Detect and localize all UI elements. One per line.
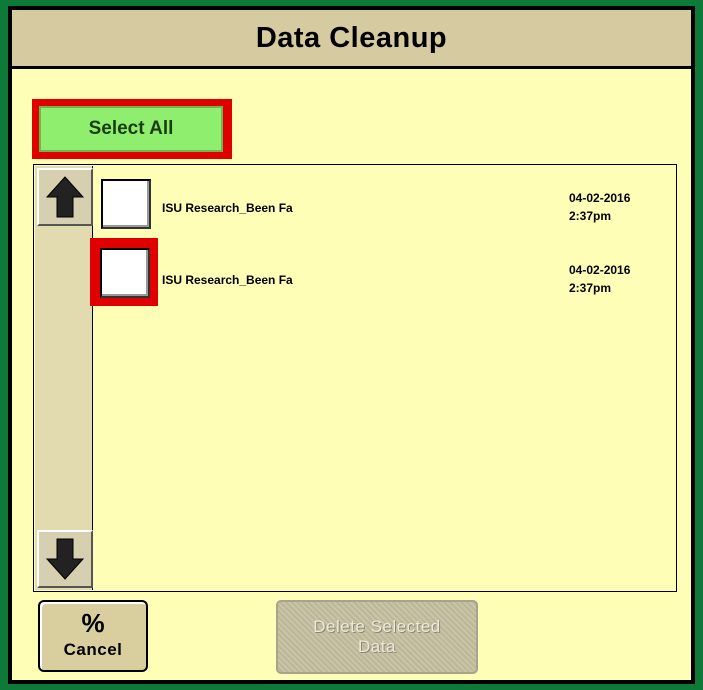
cancel-label: Cancel	[63, 640, 123, 659]
cancel-percent-icon: %	[81, 608, 105, 638]
select-all-button[interactable]: Select All	[39, 106, 223, 152]
down-arrow-icon	[45, 538, 85, 580]
delete-label-line1: Delete Selected	[313, 617, 441, 636]
data-list: ISU Research_Been Fa 04-02-2016 2:37pm I…	[33, 164, 677, 592]
item-checkbox[interactable]	[100, 248, 150, 298]
scrollbar[interactable]	[35, 166, 93, 590]
window-frame: Data Cleanup Select All ISU Research_Bee…	[8, 6, 695, 684]
item-name: ISU Research_Been Fa	[162, 273, 293, 287]
item-time: 2:37pm	[569, 209, 612, 223]
title-bar: Data Cleanup	[12, 10, 691, 69]
delete-selected-data-button[interactable]: Delete Selected Data	[276, 600, 478, 674]
list-item[interactable]: ISU Research_Been Fa 04-02-2016 2:37pm	[99, 173, 669, 233]
item-date: 04-02-2016	[569, 191, 631, 205]
item-checkbox[interactable]	[101, 179, 151, 229]
select-all-highlight: Select All	[32, 99, 232, 159]
item-name: ISU Research_Been Fa	[162, 201, 293, 215]
item-timestamp: 04-02-2016 2:37pm	[569, 189, 630, 225]
checkbox-highlight	[90, 238, 158, 306]
item-date: 04-02-2016	[569, 263, 631, 277]
data-cleanup-dialog: Data Cleanup Select All ISU Research_Bee…	[12, 10, 691, 680]
list-item[interactable]: ISU Research_Been Fa 04-02-2016 2:37pm	[99, 245, 669, 305]
item-timestamp: 04-02-2016 2:37pm	[569, 261, 630, 297]
cancel-button[interactable]: % Cancel	[38, 600, 148, 672]
up-arrow-icon	[45, 176, 85, 218]
dialog-title: Data Cleanup	[255, 21, 448, 54]
scroll-down-button[interactable]	[37, 530, 93, 588]
scroll-up-button[interactable]	[37, 168, 93, 226]
delete-label-line2: Data	[358, 637, 396, 656]
item-time: 2:37pm	[569, 281, 612, 295]
